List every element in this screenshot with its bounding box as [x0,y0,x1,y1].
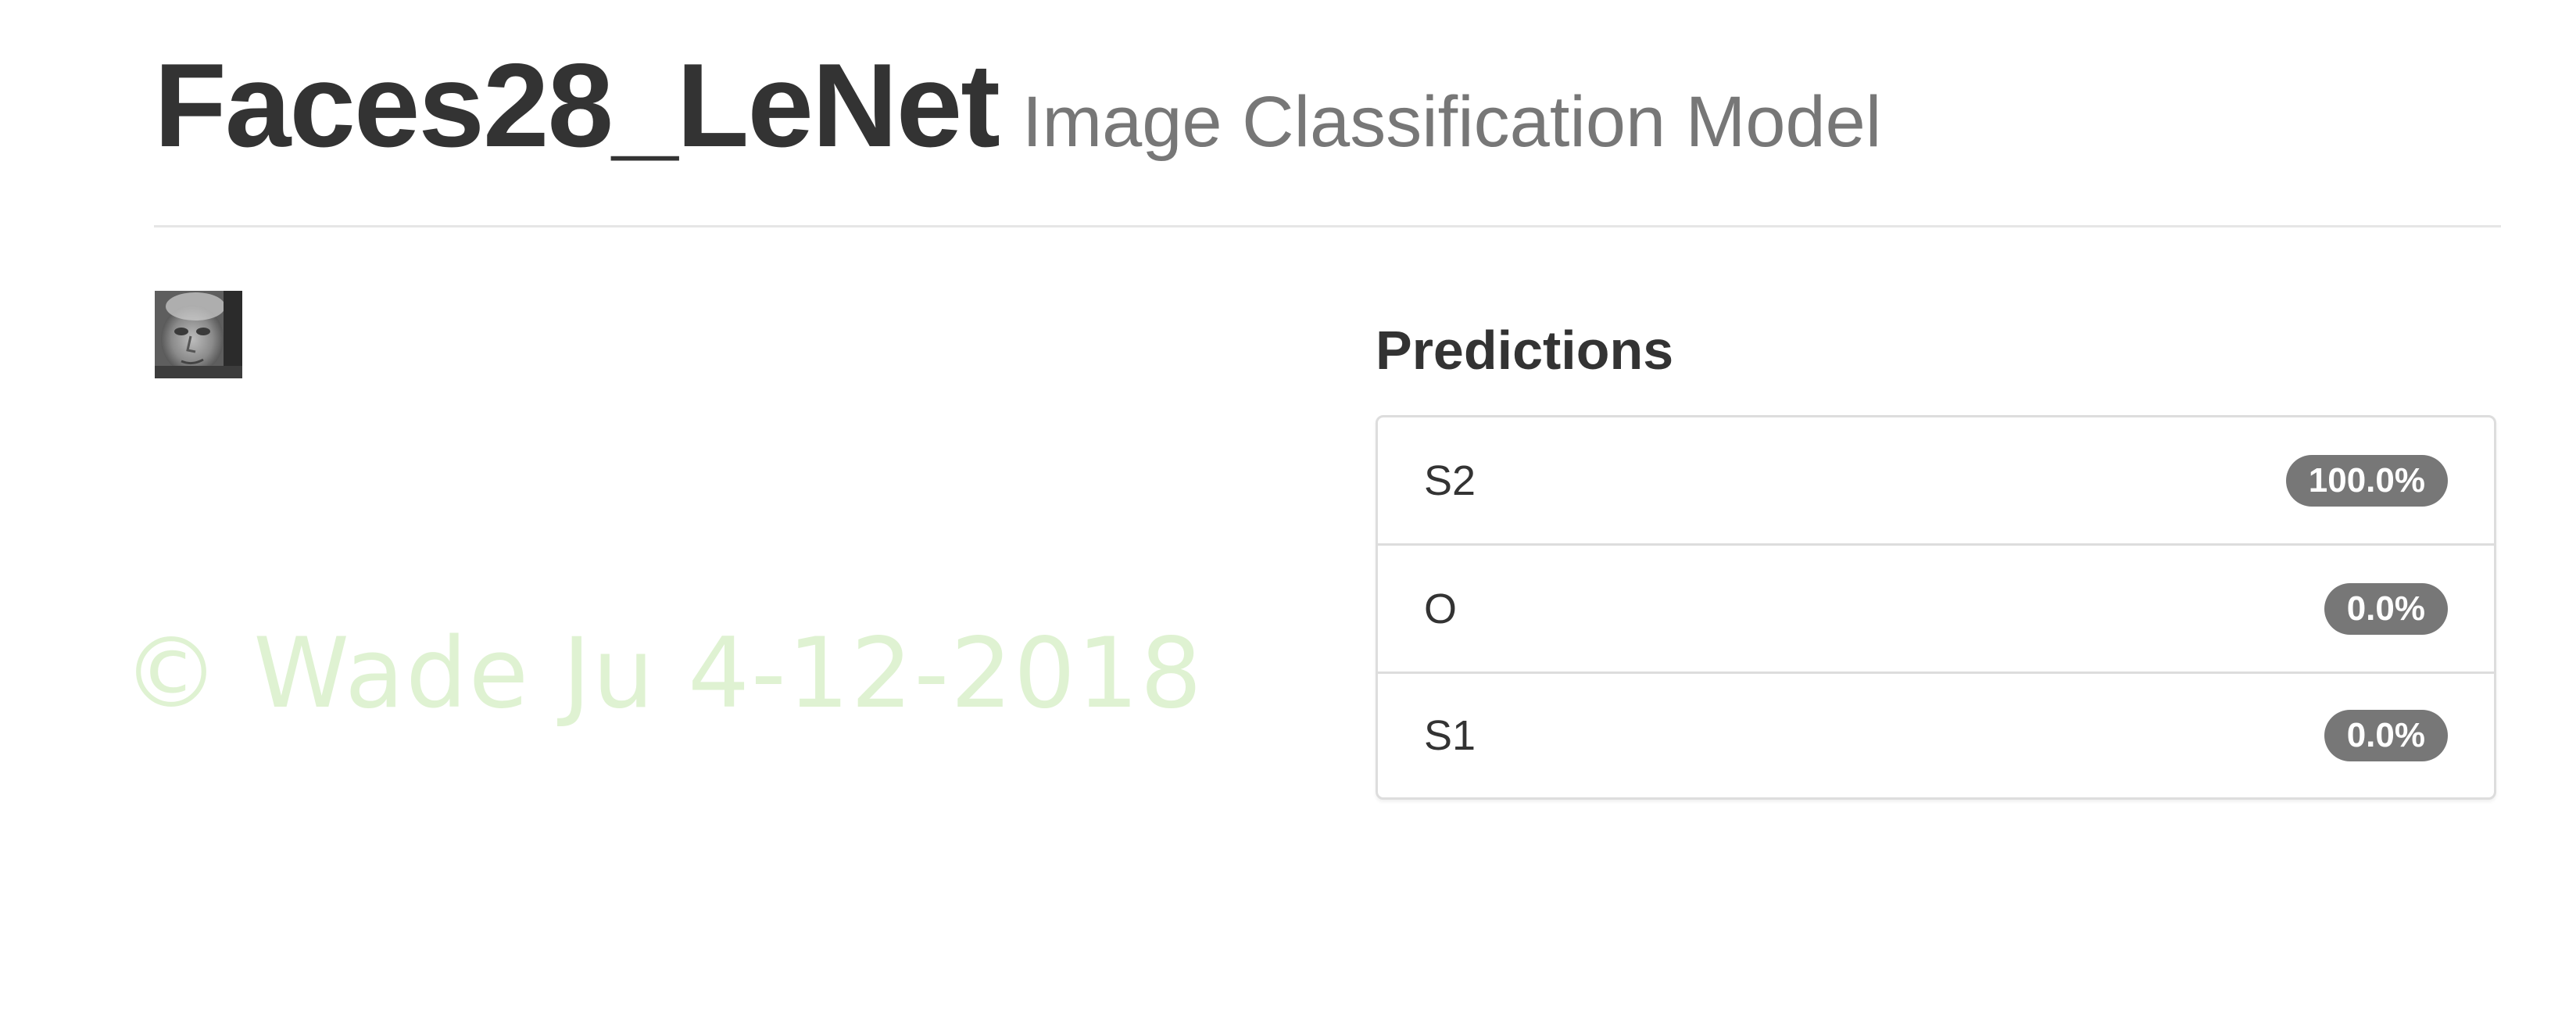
prediction-item: S1 0.0% [1378,674,2494,797]
page: Faces28_LeNet Image Classification Model … [123,0,2501,1010]
prediction-percent-badge: 100.0% [2285,454,2448,507]
copyright-watermark: © Wade Ju 4-12-2018 [123,618,1204,730]
prediction-label: O [1424,585,1458,632]
prediction-percent-badge: 0.0% [2324,582,2448,635]
prediction-label: S1 [1424,712,1476,759]
prediction-item: S2 100.0% [1378,417,2494,546]
predictions-title: Predictions [1376,320,1674,381]
prediction-percent-badge: 0.0% [2324,710,2448,761]
page-header: Faces28_LeNet Image Classification Model [154,38,1882,172]
prediction-item: O 0.0% [1378,546,2494,674]
model-subtitle: Image Classification Model [1021,82,1882,162]
face-thumbnail-icon [155,291,242,378]
header-divider [154,225,2501,227]
predictions-list: S2 100.0% O 0.0% S1 0.0% [1376,415,2496,800]
model-name: Faces28_LeNet [154,39,1000,172]
prediction-label: S2 [1424,457,1476,504]
